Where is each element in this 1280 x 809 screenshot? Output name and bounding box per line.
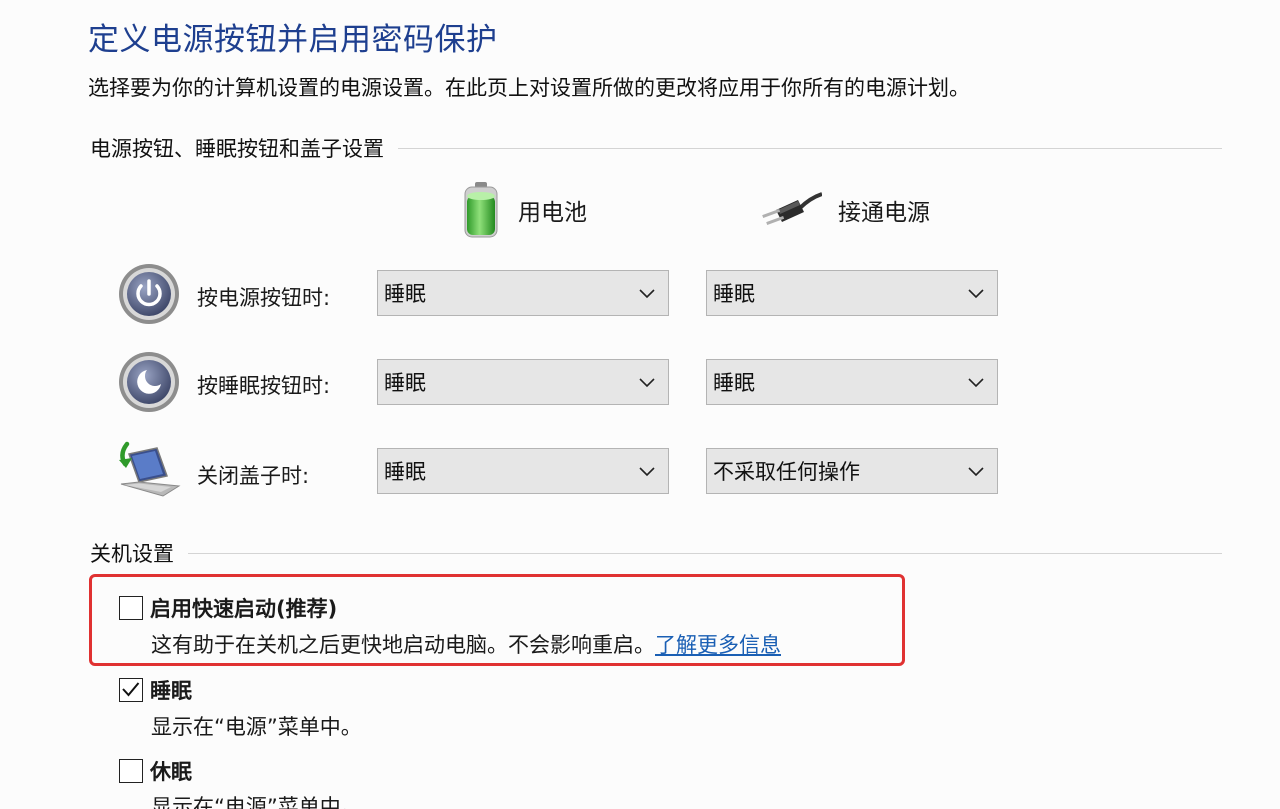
selected-value: 睡眠 [384,460,426,484]
fast-startup-description: 这有助于在关机之后更快地启动电脑。不会影响重启。了解更多信息 [151,629,781,659]
column-header-plugged-in: 接通电源 [760,178,930,242]
laptop-lid-icon [119,441,181,497]
fast-startup-desc-text: 这有助于在关机之后更快地启动电脑。不会影响重启。 [151,633,655,657]
selected-value: 睡眠 [384,371,426,395]
selected-value: 睡眠 [713,371,755,395]
hibernate-checkbox[interactable] [119,759,143,783]
battery-column-label: 用电池 [518,200,587,226]
power-buttons-section-header: 电源按钮、睡眠按钮和盖子设置 [90,133,1222,163]
section-title: 关机设置 [90,542,174,566]
page-description: 选择要为你的计算机设置的电源设置。在此页上对设置所做的更改将应用于你所有的电源计… [88,76,970,100]
lid-close-battery-select[interactable]: 睡眠 [377,448,669,494]
sleep-checkbox[interactable] [119,678,143,702]
power-button-icon [119,264,179,324]
chevron-down-icon [639,467,655,477]
plugged-in-column-label: 接通电源 [838,200,930,226]
chevron-down-icon [639,378,655,388]
power-plug-icon [762,192,822,225]
hibernate-option-title: 休眠 [150,760,192,784]
fast-startup-checkbox[interactable] [119,596,143,620]
chevron-down-icon [968,378,984,388]
hibernate-option-description: 显示在“电源”菜单中。 [151,795,362,809]
shutdown-section-header: 关机设置 [90,538,1222,568]
power-button-battery-select[interactable]: 睡眠 [377,270,669,316]
fast-startup-title: 启用快速启动(推荐) [150,597,338,621]
lid-close-plugged-in-select[interactable]: 不采取任何操作 [706,448,998,494]
power-button-label: 按电源按钮时: [197,286,331,310]
sleep-button-label: 按睡眠按钮时: [197,374,331,398]
sleep-button-icon [119,352,179,412]
learn-more-link[interactable]: 了解更多信息 [655,633,781,657]
selected-value: 睡眠 [713,282,755,306]
sleep-option-description: 显示在“电源”菜单中。 [151,715,362,739]
selected-value: 不采取任何操作 [713,460,860,484]
section-title: 电源按钮、睡眠按钮和盖子设置 [90,137,384,161]
sleep-button-plugged-in-select[interactable]: 睡眠 [706,359,998,405]
page-title: 定义电源按钮并启用密码保护 [88,22,498,58]
power-options-page: 定义电源按钮并启用密码保护 选择要为你的计算机设置的电源设置。在此页上对设置所做… [0,0,1280,809]
selected-value: 睡眠 [384,282,426,306]
chevron-down-icon [968,467,984,477]
column-header-battery: 用电池 [460,178,587,242]
sleep-option-title: 睡眠 [150,679,192,703]
lid-close-label: 关闭盖子时: [197,464,310,488]
section-divider [188,552,1222,554]
chevron-down-icon [968,289,984,299]
power-button-plugged-in-select[interactable]: 睡眠 [706,270,998,316]
battery-icon [464,182,498,238]
chevron-down-icon [639,289,655,299]
section-divider [398,147,1222,149]
sleep-button-battery-select[interactable]: 睡眠 [377,359,669,405]
checkmark-icon [122,682,140,697]
